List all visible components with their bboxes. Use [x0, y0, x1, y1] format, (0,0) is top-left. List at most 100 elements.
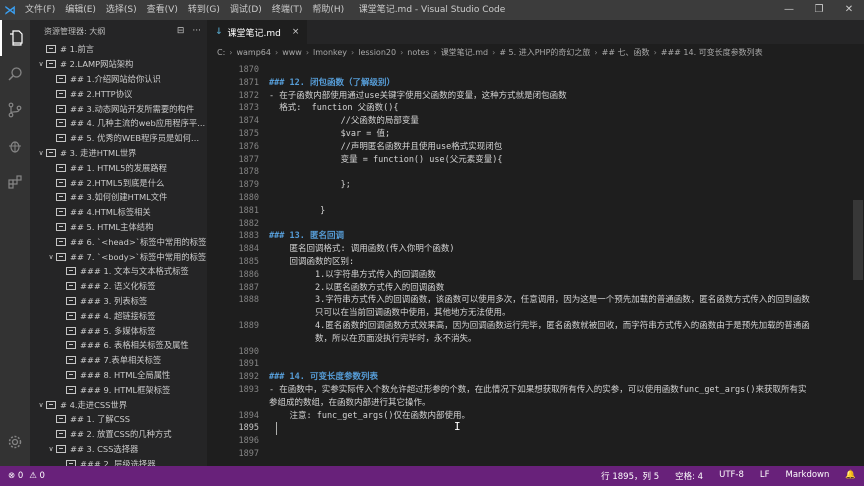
vertical-scrollbar[interactable]	[852, 60, 864, 466]
breadcrumb-item[interactable]: ### 14. 可变长度参数列表	[661, 47, 763, 58]
notification-bell-icon[interactable]: 🔔	[845, 470, 856, 482]
outline-item[interactable]: ## 1.介绍网站给你认识	[30, 72, 207, 87]
menu-item[interactable]: 转到(G)	[183, 0, 225, 20]
outline-item[interactable]: ### 7.表单相关标签	[30, 353, 207, 368]
code-line[interactable]: 1891	[207, 358, 864, 370]
code-line[interactable]: 1875 $var = 值;	[207, 128, 864, 140]
breadcrumb-item[interactable]: # 5. 进入PHP的奇幻之旅	[499, 47, 590, 58]
outline-item[interactable]: ### 2. 语义化标签	[30, 279, 207, 294]
chevron-down-icon[interactable]: ∨	[36, 401, 46, 409]
outline-item[interactable]: ∨ # 3. 走进HTML世界	[30, 146, 207, 161]
outline-item[interactable]: # 1.前言	[30, 42, 207, 57]
source-control-icon[interactable]	[0, 92, 30, 128]
chevron-down-icon[interactable]: ∨	[46, 445, 56, 453]
breadcrumb-item[interactable]: lession20	[358, 48, 396, 57]
breadcrumb-item[interactable]: wamp64	[236, 48, 271, 57]
code-line[interactable]: 只可以在当前回调函数中使用，其他地方无法使用。	[207, 307, 864, 319]
tab-notes-md[interactable]: ↓ 课堂笔记.md ×	[207, 20, 308, 44]
outline-item[interactable]: ## 4.HTML标签相关	[30, 205, 207, 220]
outline-item[interactable]: ### 2. 层级选择器	[30, 456, 207, 466]
chevron-down-icon[interactable]: ∨	[36, 149, 46, 157]
outline-item[interactable]: ### 5. 多媒体标签	[30, 323, 207, 338]
code-line[interactable]: 数，所以在页面没执行完毕时，永不消失。	[207, 333, 864, 345]
outline-item[interactable]: ∨ ## 3. CSS选择器	[30, 442, 207, 457]
code-line[interactable]: 1883 ### 13. 匿名回调	[207, 230, 864, 242]
menu-item[interactable]: 查看(V)	[142, 0, 183, 20]
breadcrumb-item[interactable]: www	[282, 48, 302, 57]
scrollbar-thumb[interactable]	[853, 200, 863, 280]
outline-item[interactable]: ## 6. `<head>`标签中常用的标签	[30, 234, 207, 249]
code-line[interactable]: 1894 注意: func_get_args()仅在函数内部使用。	[207, 410, 864, 422]
end-of-line[interactable]: LF	[760, 470, 770, 482]
outline-item[interactable]: ∨ ## 7. `<body>`标签中常用的标签	[30, 249, 207, 264]
code-line[interactable]: 1876 //声明匿名函数并且使用use格式实现闭包	[207, 141, 864, 153]
close-icon[interactable]: ×	[292, 27, 300, 37]
outline-item[interactable]: ### 6. 表格相关标签及属性	[30, 338, 207, 353]
outline-item[interactable]: ## 1. HTML5的发展路程	[30, 160, 207, 175]
code-line[interactable]: 1897	[207, 448, 864, 460]
breadcrumb-item[interactable]: lmonkey	[313, 48, 347, 57]
outline-item[interactable]: ## 1. 了解CSS	[30, 412, 207, 427]
menu-item[interactable]: 文件(F)	[20, 0, 60, 20]
code-line[interactable]: 参组成的数组，在函数内部进行其它操作。	[207, 397, 864, 409]
code-line[interactable]: 1874 //父函数的局部变量	[207, 115, 864, 127]
code-line[interactable]: 1893 - 在函数中，实参实际传入个数允许超过形参的个数，在此情况下如果想获取所…	[207, 384, 864, 396]
menu-item[interactable]: 帮助(H)	[307, 0, 349, 20]
outline-item[interactable]: ### 1. 文本与文本格式标签	[30, 264, 207, 279]
breadcrumb-item[interactable]: ## 七、函数	[602, 47, 650, 58]
code-line[interactable]: 1890	[207, 346, 864, 358]
extensions-icon[interactable]	[0, 164, 30, 200]
code-line[interactable]: 1887 2.以匿名函数方式传入的回调函数	[207, 282, 864, 294]
outline-item[interactable]: ∨ # 2.LAMP网站架构	[30, 57, 207, 72]
code-line[interactable]: 1880	[207, 192, 864, 204]
menu-item[interactable]: 选择(S)	[101, 0, 142, 20]
cursor-position[interactable]: 行 1895，列 5	[601, 470, 659, 482]
breadcrumb-item[interactable]: 课堂笔记.md	[441, 47, 488, 58]
code-line[interactable]: 1896	[207, 435, 864, 447]
code-line[interactable]: 1872 - 在子函数内部使用通过use关键字使用父函数的变量，这种方式就是闭包函…	[207, 90, 864, 102]
language-mode[interactable]: Markdown	[786, 470, 830, 482]
outline-item[interactable]: ## 5. HTML主体结构	[30, 220, 207, 235]
collapse-all-icon[interactable]: ⊟	[177, 26, 185, 36]
outline-item[interactable]: ## 4. 几种主流的web应用程序平...	[30, 116, 207, 131]
outline-item[interactable]: ### 4. 超链接标签	[30, 308, 207, 323]
code-line[interactable]: 1873 格式: function 父函数(){	[207, 102, 864, 114]
breadcrumb-item[interactable]: C:	[217, 48, 225, 57]
chevron-down-icon[interactable]: ∨	[46, 253, 56, 261]
debug-icon[interactable]	[0, 128, 30, 164]
code-line[interactable]: 1871 ### 12. 闭包函数（了解级别）	[207, 77, 864, 89]
code-line[interactable]: 1889 4.匿名函数的回调函数方式效果高，因为回调函数运行完毕，匿名函数就被回…	[207, 320, 864, 332]
maximize-icon[interactable]: ❐	[804, 0, 834, 20]
menu-item[interactable]: 编辑(E)	[60, 0, 101, 20]
code-line[interactable]: 1877 变量 = function() use(父元素变量){	[207, 154, 864, 166]
outline-item[interactable]: ## 3.动态网站开发所需要的构件	[30, 101, 207, 116]
encoding[interactable]: UTF-8	[719, 470, 744, 482]
outline-item[interactable]: ## 3.如何创建HTML文件	[30, 190, 207, 205]
outline-item[interactable]: ∨ # 4.走进CSS世界	[30, 397, 207, 412]
outline-item[interactable]: ### 3. 列表标签	[30, 294, 207, 309]
outline-item[interactable]: ### 8. HTML全局属性	[30, 368, 207, 383]
code-line[interactable]: 1881 }	[207, 205, 864, 217]
code-line[interactable]: 1892 ### 14. 可变长度参数列表	[207, 371, 864, 383]
menu-item[interactable]: 终端(T)	[267, 0, 308, 20]
code-line[interactable]: 1879 };	[207, 179, 864, 191]
gear-icon[interactable]	[0, 424, 30, 460]
code-line[interactable]: 1886 1.以字符串方式传入的回调函数	[207, 269, 864, 281]
code-line[interactable]: 1884 匿名回调格式: 调用函数(传入你明个函数)	[207, 243, 864, 255]
error-count[interactable]: ⊗ 0	[8, 471, 23, 481]
breadcrumb-item[interactable]: notes	[407, 48, 429, 57]
close-window-icon[interactable]: ✕	[834, 0, 864, 20]
outline-item[interactable]: ## 5. 优秀的WEB程序员是如何炼...	[30, 131, 207, 146]
chevron-down-icon[interactable]: ∨	[36, 60, 46, 68]
code-line[interactable]: 1870	[207, 64, 864, 76]
outline-item[interactable]: ### 9. HTML框架标签	[30, 382, 207, 397]
files-icon[interactable]	[0, 20, 30, 56]
code-line[interactable]: 1885 回调函数的区别:	[207, 256, 864, 268]
minimize-icon[interactable]: —	[774, 0, 804, 20]
more-actions-icon[interactable]: ···	[192, 26, 201, 36]
code-line[interactable]: 1895	[207, 422, 864, 434]
menu-item[interactable]: 调试(D)	[225, 0, 267, 20]
search-icon[interactable]	[0, 56, 30, 92]
warning-count[interactable]: ⚠ 0	[29, 471, 45, 481]
outline-item[interactable]: ## 2.HTTP协议	[30, 86, 207, 101]
